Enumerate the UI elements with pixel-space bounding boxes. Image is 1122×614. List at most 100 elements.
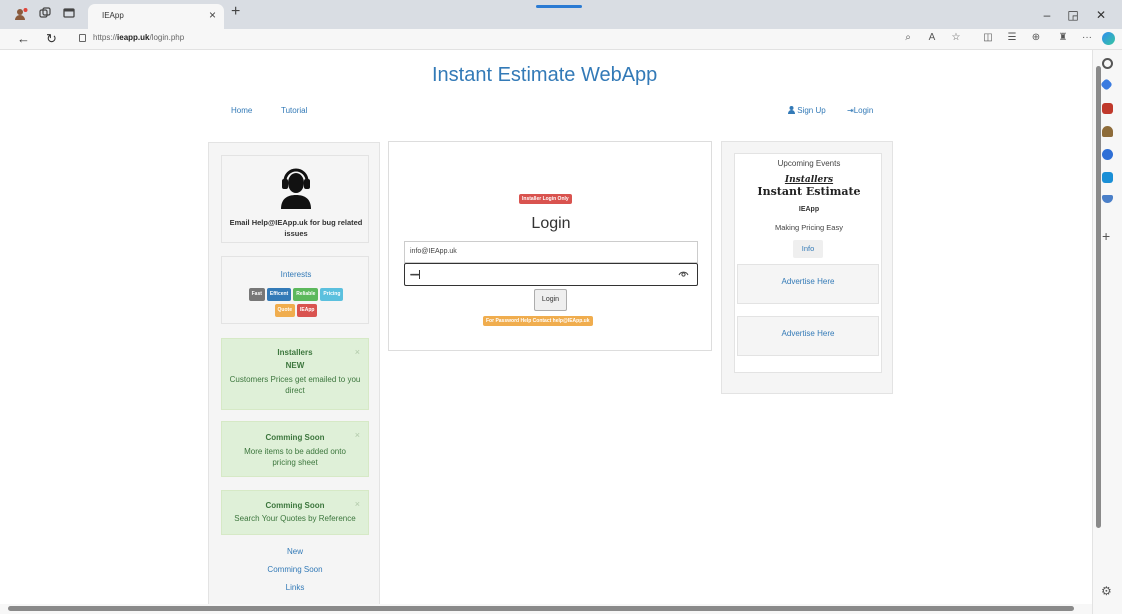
text-cursor (418, 270, 420, 279)
drop-icon[interactable] (1102, 195, 1113, 203)
advertise-link-2[interactable]: Advertise Here (738, 329, 878, 338)
restore-icon[interactable]: ◲ (1066, 8, 1080, 22)
url-host: ieapp.uk (117, 33, 150, 42)
app-name: IEApp (798, 206, 820, 213)
password-help-badge: For Password Help Contact help@IEApp.uk (483, 316, 593, 326)
interests-well: Interests Fast Efficent Reliable Pricing Qu… (221, 256, 369, 324)
interest-tags: Fast Efficent Reliable Pricing Quote IEApp (228, 286, 364, 318)
alert-text: Search Your Quotes by Reference (234, 514, 356, 523)
tag-efficent: Efficent (266, 288, 292, 301)
collections-icon[interactable]: ⊕ (1029, 32, 1043, 43)
support-agent-icon (279, 163, 313, 209)
nav-login-label: Login (853, 106, 874, 115)
advertise-link-1[interactable]: Advertise Here (738, 277, 878, 286)
login-heading: Login (531, 215, 571, 232)
site-title: Instant Estimate WebApp (432, 64, 658, 86)
horizontal-scrollbar[interactable] (8, 606, 1074, 611)
workspaces-icon[interactable] (38, 7, 52, 21)
more-icon[interactable]: ··· (1080, 32, 1094, 43)
nav-login-link[interactable]: ⇥Login (847, 106, 873, 115)
read-aloud-icon[interactable]: A (925, 32, 939, 43)
tagline: Making Pricing Easy (775, 223, 843, 232)
login-button[interactable]: Login (534, 289, 567, 311)
tag-ieapp: IEApp (297, 304, 318, 317)
alert-text: More items to be added onto pricing shee… (244, 447, 346, 467)
close-icon[interactable]: × (355, 430, 360, 440)
link-coming-soon[interactable]: Comming Soon (209, 565, 381, 574)
link-links[interactable]: Links (209, 583, 381, 592)
url-prefix: https:// (93, 33, 118, 42)
people-icon[interactable] (1102, 126, 1113, 137)
alert-badge: NEW (285, 361, 305, 370)
tools-icon[interactable] (1102, 103, 1113, 114)
close-icon[interactable]: × (355, 499, 360, 509)
alert-coming-soon-items: × Comming Soon More items to be added on… (221, 421, 369, 477)
login-arrow-icon: ⇥ (847, 106, 854, 115)
office-icon[interactable] (1102, 149, 1113, 160)
lock-icon[interactable] (79, 34, 86, 42)
advert-box-1: Advertise Here (737, 264, 879, 304)
close-window-icon[interactable]: ✕ (1094, 8, 1108, 22)
advert-box-2: Advertise Here (737, 316, 879, 356)
add-sidebar-icon[interactable]: + (1102, 228, 1110, 244)
tag-quote: Quote (274, 304, 295, 317)
favorite-icon[interactable]: ☆ (949, 32, 963, 43)
events-well: Upcoming Events Installers Instant Estim… (734, 153, 882, 373)
shopping-tag-icon[interactable] (1100, 78, 1113, 91)
profile-icon[interactable] (14, 7, 28, 21)
tab-actions-icon[interactable] (62, 7, 76, 21)
email-field[interactable]: info@IEApp.uk (404, 241, 698, 263)
installer-only-badge: Installer Login Only (519, 194, 572, 204)
link-new[interactable]: New (209, 547, 381, 556)
extensions-icon[interactable]: ♜ (1056, 32, 1070, 43)
help-text: Email Help@IEApp.uk for bug related issu… (229, 218, 363, 238)
brand-heading: Instant Estimate (757, 185, 861, 198)
split-screen-icon[interactable]: ◫ (981, 32, 995, 43)
tab-title: IEApp (102, 11, 124, 20)
tag-reliable: Reliable (293, 288, 319, 301)
alert-installers: × Installers NEW Customers Prices get em… (221, 338, 369, 410)
favorites-icon[interactable]: ☰ (1005, 32, 1019, 43)
show-password-eye-icon[interactable] (678, 269, 689, 279)
user-icon (788, 106, 795, 114)
vertical-scrollbar[interactable] (1096, 66, 1101, 528)
right-sidebar: Upcoming Events Installers Instant Estim… (721, 141, 893, 394)
help-well: Email Help@IEApp.uk for bug related issu… (221, 155, 369, 243)
active-tab[interactable]: IEApp × (88, 4, 224, 29)
new-tab-icon[interactable]: + (231, 3, 240, 21)
password-field[interactable]: •••••••• (404, 263, 698, 286)
alert-title: Comming Soon (265, 433, 325, 442)
close-icon[interactable]: × (355, 347, 360, 357)
info-button[interactable]: Info (793, 240, 823, 258)
nav-home-link[interactable]: Home (231, 106, 252, 115)
minimize-icon[interactable]: – (1040, 8, 1054, 22)
browser-tab-bar: IEApp × + – ◲ ✕ (0, 0, 1122, 29)
search-icon[interactable] (1102, 58, 1113, 69)
window-drag-indicator (536, 5, 582, 8)
nav-tutorial-link[interactable]: Tutorial (281, 106, 307, 115)
events-title: Upcoming Events (777, 159, 841, 168)
url-path: /login.php (149, 33, 185, 42)
password-value: •••••••• (410, 273, 420, 279)
tag-pricing: Pricing (320, 288, 344, 301)
alert-title: Installers (277, 348, 313, 357)
tag-fast: Fast (248, 288, 265, 301)
outlook-icon[interactable] (1102, 172, 1113, 183)
copilot-icon[interactable] (1102, 32, 1115, 45)
login-panel: Installer Login Only Login info@IEApp.uk… (388, 141, 712, 351)
alert-title: Comming Soon (265, 501, 325, 510)
url-field[interactable]: https://ieapp.uk/login.php (93, 33, 184, 42)
left-sidebar: Email Help@IEApp.uk for bug related issu… (208, 142, 380, 612)
alert-coming-soon-search: × Comming Soon Search Your Quotes by Ref… (221, 490, 369, 535)
interests-title: Interests (280, 270, 312, 279)
address-bar: ← ↻ https://ieapp.uk/login.php ⌕ A ☆ ◫ ☰… (0, 29, 1122, 50)
refresh-icon[interactable]: ↻ (46, 31, 57, 47)
tab-close-icon[interactable]: × (209, 8, 216, 22)
back-icon[interactable]: ← (17, 31, 30, 46)
search-icon[interactable]: ⌕ (901, 32, 915, 43)
nav-signup-link[interactable]: Sign Up (788, 106, 826, 115)
nav-signup-label: Sign Up (797, 106, 826, 115)
alert-text: Customers Prices get emailed to you dire… (229, 375, 361, 395)
page-content: Instant Estimate WebApp Home Tutorial Si… (0, 50, 1090, 612)
settings-icon[interactable]: ⚙ (1101, 584, 1112, 598)
